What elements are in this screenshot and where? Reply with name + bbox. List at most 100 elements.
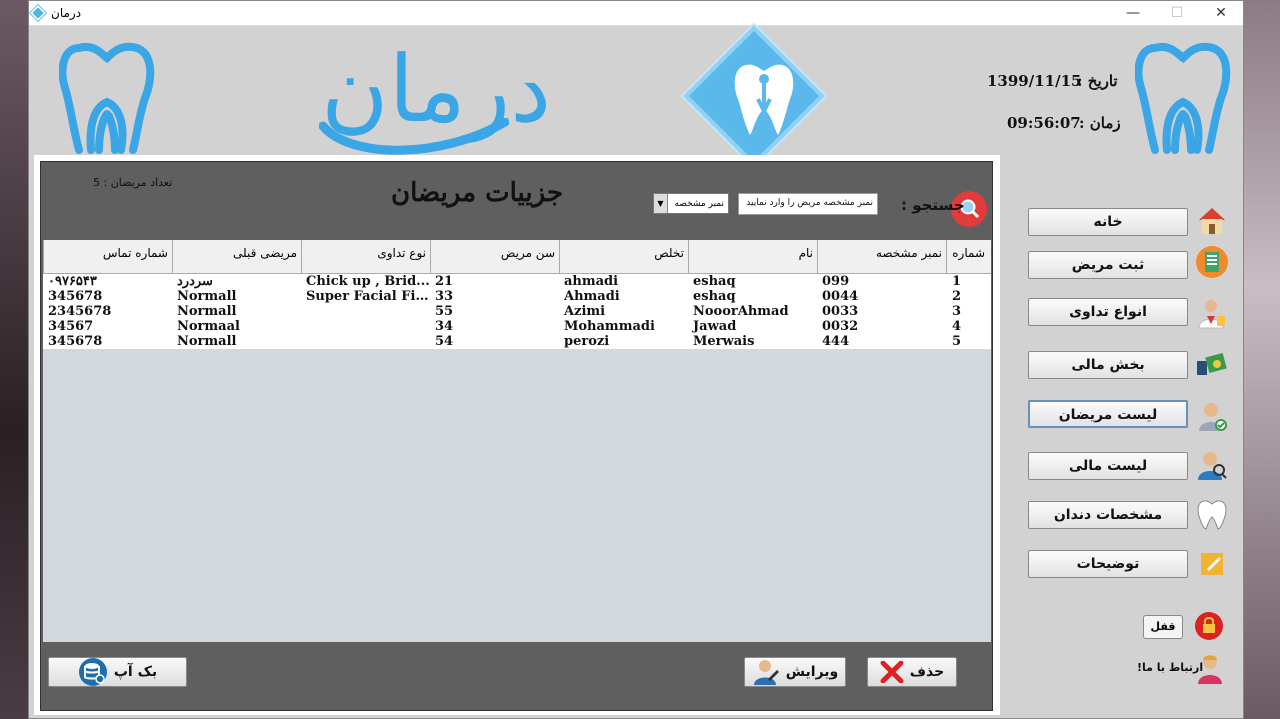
table-cell: 0044 [822,289,859,304]
delete-label: حذف [909,664,945,680]
lock-icon[interactable] [1194,611,1224,641]
edit-label: ویرایش [785,664,839,680]
table-cell: 21 [435,274,454,289]
date-label: تاریخ : [1077,72,1118,90]
table-cell: ۰۹۷۶۵۴۳ [48,274,97,289]
date-value: 1399/11/15 [987,72,1082,90]
table-row[interactable]: 34567 Normaal 34 Mohammadi Jawad 0032 4 [43,319,991,334]
table-cell: Normall [177,289,237,304]
header-banner: درمان تاریخ : 1399/11/15 زمان : 09:56:07 [29,22,1243,170]
table-row[interactable]: 345678 Normall 54 perozi Merwais 444 5 [43,334,991,349]
table-cell: 2345678 [48,304,112,319]
notes-icon [1201,553,1223,575]
table-cell: Normaal [177,319,240,334]
desktop-background-left [0,0,28,719]
tooth-logo-right-icon [1135,42,1231,154]
backup-button[interactable]: بک آپ [48,657,187,687]
table-cell: eshaq [693,289,736,304]
table-cell: Normall [177,304,237,319]
sidebar-item-treatment-types[interactable]: انواع تداوی [1028,298,1188,326]
column-header[interactable]: تخلص [559,240,688,273]
sidebar-item-home[interactable]: خانه [1028,208,1188,236]
table-cell: 444 [822,334,850,349]
table-cell: 33 [435,289,454,304]
chevron-down-icon[interactable]: ▼ [654,194,668,213]
tooth-logo-left-icon [59,42,155,154]
backup-label: بک آپ [113,664,158,680]
financial-list-icon [1198,452,1227,480]
column-header[interactable]: نام [688,240,817,273]
sidebar-item-patient-list[interactable]: لیست مریضان [1028,400,1188,428]
register-icon [1196,246,1228,278]
delete-button[interactable]: حذف [867,657,957,687]
edit-user-icon [753,660,779,685]
window-title: درمان [51,6,82,20]
title-bar: درمان — ☐ ✕ [29,1,1243,26]
maximize-button[interactable]: ☐ [1155,5,1199,21]
column-header[interactable]: نوع تداوی [301,240,430,273]
sidebar: خانه ثبت مریض انواع تداوی بخش مالی لیست … [1009,155,1241,715]
action-bar: بک آپ ویرایش حذف [43,647,991,707]
table-cell: 55 [435,304,454,319]
close-button[interactable]: ✕ [1199,5,1243,21]
table-row[interactable]: 345678 Normall Super Facial Fill... 33 A… [43,289,991,304]
minimize-button[interactable]: — [1111,5,1155,21]
table-cell: 0033 [822,304,859,319]
table-cell [301,304,430,319]
table-header: شماره تماس مریضی قبلی نوع تداوی سن مریض … [43,240,991,274]
table-cell: 1 [952,274,962,289]
patients-panel: تعداد مریضان : 5 جزییات مریضان جستجو : ن… [40,161,993,711]
table-cell: Normall [177,334,237,349]
sidebar-item-financial-list[interactable]: لیست مالی [1028,452,1188,480]
table-cell: Merwais [693,334,755,349]
treatment-icon [1198,300,1225,329]
table-cell: 54 [435,334,454,349]
search-label: جستجو : [901,196,965,214]
table-cell: 34567 [48,319,94,334]
table-row[interactable]: ۰۹۷۶۵۴۳ سردرد Chick up , Brid... 21 ahma… [43,274,991,289]
column-header[interactable]: شماره تماس [43,240,172,273]
table-cell: 345678 [48,334,103,349]
sidebar-item-finance[interactable]: بخش مالی [1028,351,1188,379]
table-cell: Super Facial Fill... [306,289,430,304]
contact-link[interactable]: ارتباط با ما! [1137,661,1203,674]
app-window: درمان — ☐ ✕ درمان تاریخ : 1399/11/15 زما… [28,0,1244,719]
column-header[interactable]: نمبر مشخصه [817,240,946,273]
patients-table: شماره تماس مریضی قبلی نوع تداوی سن مریض … [43,240,991,642]
table-cell: 3 [952,304,962,319]
patient-count-value: 5 [93,176,100,189]
app-icon [29,3,48,23]
table-cell: Mohammadi [564,319,655,334]
lock-button[interactable]: قفل [1143,615,1183,639]
search-filter-value: نمبر مشخصه [674,198,724,209]
contact-icon [1198,655,1222,684]
table-cell: 345678 [48,289,103,304]
sidebar-item-notes[interactable]: توضیحات [1028,550,1188,578]
search-input[interactable]: نمبر مشخصه مریض را وارد نمایید [738,193,878,215]
column-header[interactable]: مریضی قبلی [172,240,301,273]
column-header[interactable]: شماره [946,240,989,273]
table-cell [301,334,430,349]
column-header[interactable]: سن مریض [430,240,559,273]
table-row[interactable]: 2345678 Normall 55 Azimi NooorAhmad 0033… [43,304,991,319]
table-cell: Ahmadi [564,289,620,304]
page-title: جزییات مریضان [391,178,564,208]
table-cell: 099 [822,274,850,289]
search-filter-select[interactable]: نمبر مشخصه ▼ [653,193,729,214]
finance-icon [1197,352,1227,375]
table-cell: Jawad [693,319,737,334]
table-cell: 5 [952,334,962,349]
sidebar-item-register-patient[interactable]: ثبت مریض [1028,251,1188,279]
table-cell: 4 [952,319,962,334]
time-label: زمان : [1079,114,1121,132]
home-icon [1199,208,1225,234]
database-backup-icon [78,658,107,686]
desktop-background-right [1244,0,1280,719]
table-cell: eshaq [693,274,736,289]
table-cell: NooorAhmad [693,304,789,319]
delete-x-icon [880,661,904,683]
patient-count: تعداد مریضان : 5 [93,176,172,189]
sidebar-item-tooth-details[interactable]: مشخصات دندان [1028,501,1188,529]
table-cell: Chick up , Brid... [306,274,430,289]
edit-button[interactable]: ویرایش [744,657,846,687]
